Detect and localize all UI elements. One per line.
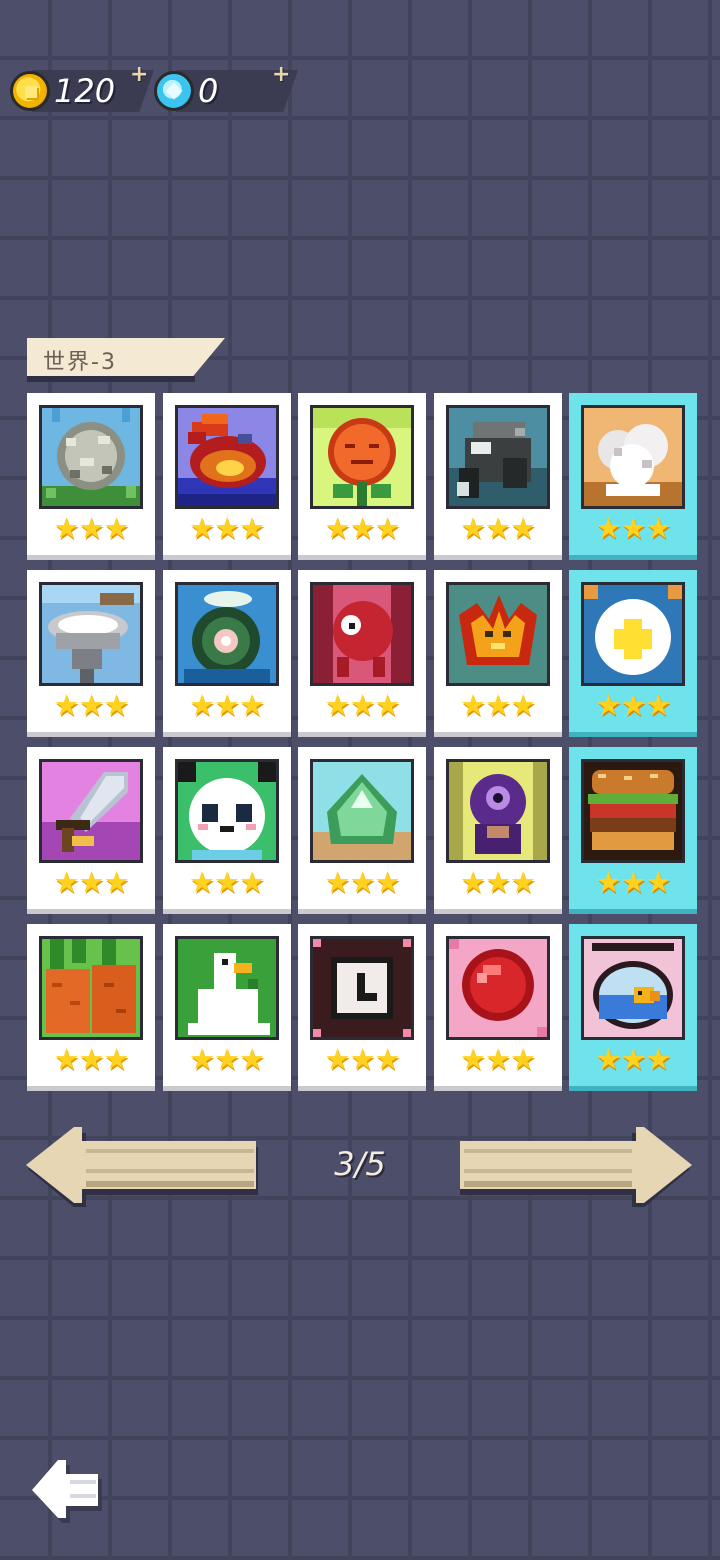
level-stars: ★★★ [595, 511, 672, 545]
level-card[interactable]: ★★★ [569, 393, 697, 555]
level-stars: ★★★ [595, 688, 672, 722]
level-stars: ★★★ [324, 1042, 401, 1076]
level-stars: ★★★ [324, 511, 401, 545]
level-stars: ★★★ [53, 865, 130, 899]
cotton-cloud-icon [581, 405, 685, 509]
panda-icon [174, 759, 279, 863]
red-monster-icon [310, 582, 414, 686]
level-card[interactable]: ★★★ [298, 570, 426, 732]
level-card[interactable]: ★★★ [298, 747, 426, 909]
coin-counter[interactable]: 120 + [10, 62, 154, 112]
rock-golem-icon [445, 405, 550, 509]
purple-cyclops-icon [445, 759, 550, 863]
level-stars: ★★★ [460, 1042, 536, 1076]
gold-coin-icon [10, 71, 50, 111]
back-button[interactable] [30, 1458, 102, 1524]
level-stars: ★★★ [324, 688, 401, 722]
level-card[interactable]: ★★★ [27, 570, 155, 732]
level-card[interactable]: ★★★ [27, 924, 155, 1086]
goose-icon [174, 936, 279, 1040]
sword-icon [39, 759, 143, 863]
blue-gem-icon [154, 71, 194, 111]
lotus-bowl-icon [174, 582, 279, 686]
level-stars: ★★★ [53, 1042, 130, 1076]
page-indicator: 3/5 [334, 1145, 386, 1183]
burger-icon [581, 759, 685, 863]
flame-crown-icon [445, 582, 550, 686]
level-card[interactable]: ★★★ [569, 747, 697, 909]
next-page-button[interactable] [460, 1125, 692, 1207]
green-slime-icon [310, 759, 414, 863]
previous-page-button[interactable] [26, 1125, 258, 1207]
fishbowl-icon [581, 936, 685, 1040]
level-card[interactable]: ★★★ [162, 570, 291, 732]
level-stars: ★★★ [460, 688, 536, 722]
gem-counter[interactable]: 0 + [154, 62, 298, 112]
level-card[interactable]: ★★★ [162, 924, 291, 1086]
level-stars: ★★★ [189, 865, 265, 899]
world-title: 世界-3 [43, 350, 117, 375]
level-stars: ★★★ [595, 1042, 672, 1076]
add-coins-button[interactable]: + [130, 62, 148, 87]
red-gem-icon [445, 936, 550, 1040]
coin-amount: 120 [54, 72, 116, 110]
arrow-left-icon [26, 1127, 258, 1207]
gem-amount: 0 [198, 72, 219, 110]
level-stars: ★★★ [53, 688, 130, 722]
level-grid: ★★★ ★★★ ★★★ ★★★ ★★★ ★★★ ★★★ ★★★ ★★★ ★★★ … [27, 393, 697, 1086]
level-stars: ★★★ [53, 511, 130, 545]
level-card[interactable]: ★★★ [569, 924, 697, 1086]
wash-basin-icon [39, 582, 143, 686]
carrot-icon [39, 936, 143, 1040]
level-card[interactable]: ★★★ [433, 393, 562, 555]
level-card[interactable]: ★★★ [27, 747, 155, 909]
level-stars: ★★★ [189, 1042, 265, 1076]
level-stars: ★★★ [189, 511, 265, 545]
level-card[interactable]: ★★★ [162, 393, 291, 555]
level-card[interactable]: ★★★ [433, 924, 562, 1086]
level-stars: ★★★ [324, 865, 401, 899]
level-card[interactable]: ★★★ [27, 393, 155, 555]
level-card[interactable]: ★★★ [433, 747, 562, 909]
world-title-shadow [27, 376, 195, 382]
level-card[interactable]: ★★★ [298, 924, 426, 1086]
world-title-banner: 世界-3 [27, 338, 225, 376]
white-flower-icon [581, 582, 685, 686]
level-stars: ★★★ [460, 865, 536, 899]
level-stars: ★★★ [189, 688, 265, 722]
clock-icon [310, 936, 414, 1040]
arrow-right-icon [460, 1127, 692, 1207]
level-stars: ★★★ [460, 511, 536, 545]
sunflower-icon [310, 405, 414, 509]
level-card[interactable]: ★★★ [162, 747, 291, 909]
level-card[interactable]: ★★★ [569, 570, 697, 732]
level-stars: ★★★ [595, 865, 672, 899]
level-card[interactable]: ★★★ [433, 570, 562, 732]
back-arrow-icon [32, 1460, 102, 1523]
level-card[interactable]: ★★★ [298, 393, 426, 555]
tumbleweed-icon [39, 405, 143, 509]
fireball-icon [174, 405, 279, 509]
add-gems-button[interactable]: + [272, 62, 290, 87]
